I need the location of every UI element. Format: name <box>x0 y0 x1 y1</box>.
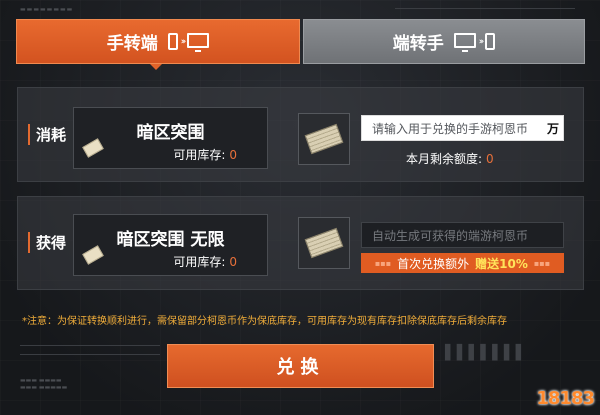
tab-pc-to-mobile[interactable]: 端转手 ›› <box>303 19 585 64</box>
quota-value: 0 <box>486 152 494 166</box>
cash-bundle-icon <box>304 123 344 155</box>
double-chevron-icon: ›› <box>180 36 187 47</box>
monitor-icon <box>453 32 476 52</box>
stock-label: 可用库存: <box>173 148 226 162</box>
cash-bundle-icon <box>304 227 344 259</box>
consume-panel: 消耗 暗区突围 可用库存: 0 请输入用于兑换的手游柯恩币 万 本月剩余额度: 0 <box>17 87 584 182</box>
tab-mobile-to-pc[interactable]: 手转端 ›› <box>16 19 300 64</box>
output-placeholder: 自动生成可获得的端游柯恩币 <box>372 228 529 243</box>
item-name: 暗区突围 无限 <box>116 230 225 250</box>
decor-dots: ▪▪▪ <box>533 258 551 268</box>
top-decoration-line <box>395 8 575 12</box>
input-placeholder: 请输入用于兑换的手游柯恩币 <box>372 121 529 136</box>
unit-label: 万 <box>546 121 559 136</box>
tab-label: 端转手 <box>392 34 444 54</box>
top-decoration: ▬▬▬▬▬▬▬▬ <box>20 6 74 13</box>
bottom-right-decoration: ▌▌▌▌▌▌▌ <box>445 345 528 361</box>
money-stack-icon <box>298 217 350 269</box>
item-name: 暗区突围 <box>136 123 205 143</box>
bottom-decoration <box>20 345 160 355</box>
monitor-to-phone-icon: ›› <box>453 32 496 52</box>
active-tab-indicator <box>150 64 162 70</box>
phone-icon <box>167 33 178 50</box>
watermark-logo: 18183 <box>536 388 595 409</box>
phone-icon <box>485 33 496 50</box>
consume-label: 消耗 <box>28 124 66 145</box>
bonus-highlight: 赠送10% <box>475 256 528 271</box>
monitor-icon <box>187 32 210 52</box>
money-stack-icon <box>298 113 350 165</box>
bonus-text: 首次兑换额外 <box>397 256 470 271</box>
quota-label: 本月剩余额度: <box>406 152 483 166</box>
first-exchange-bonus-banner: ▪▪▪ 首次兑换额外 赠送10% ▪▪▪ <box>361 253 564 273</box>
available-stock: 可用库存: 0 <box>173 253 237 270</box>
consume-item-card: 暗区突围 可用库存: 0 <box>73 107 268 169</box>
stock-value: 0 <box>229 148 237 162</box>
stock-value: 0 <box>229 255 237 269</box>
stock-label: 可用库存: <box>173 255 226 269</box>
decor-dots: ▪▪▪ <box>374 258 392 268</box>
available-stock: 可用库存: 0 <box>173 146 237 163</box>
gain-label: 获得 <box>28 232 66 253</box>
coin-amount-input[interactable]: 请输入用于兑换的手游柯恩币 万 <box>361 115 564 141</box>
gain-panel: 获得 暗区突围 无限 可用库存: 0 自动生成可获得的端游柯恩币 ▪▪▪ 首次兑换… <box>17 196 584 290</box>
gain-item-card: 暗区突围 无限 可用库存: 0 <box>73 214 268 276</box>
phone-to-monitor-icon: ›› <box>167 32 210 52</box>
coin-output-field: 自动生成可获得的端游柯恩币 <box>361 222 564 248</box>
double-chevron-icon: ›› <box>478 36 485 47</box>
notice-text: *注意：为保证转换顺利进行，需保留部分柯恩币作为保底库存，可用库存为现有库存扣除… <box>22 316 507 327</box>
tab-label: 手转端 <box>106 34 158 54</box>
exchange-button[interactable]: 兑换 <box>167 344 434 388</box>
monthly-quota: 本月剩余额度: 0 <box>406 150 494 167</box>
bottom-decoration-text: ▬▬▬ ▬▬▬▬ ▬▬▬ ▬▬▬▬▬ <box>20 377 68 391</box>
